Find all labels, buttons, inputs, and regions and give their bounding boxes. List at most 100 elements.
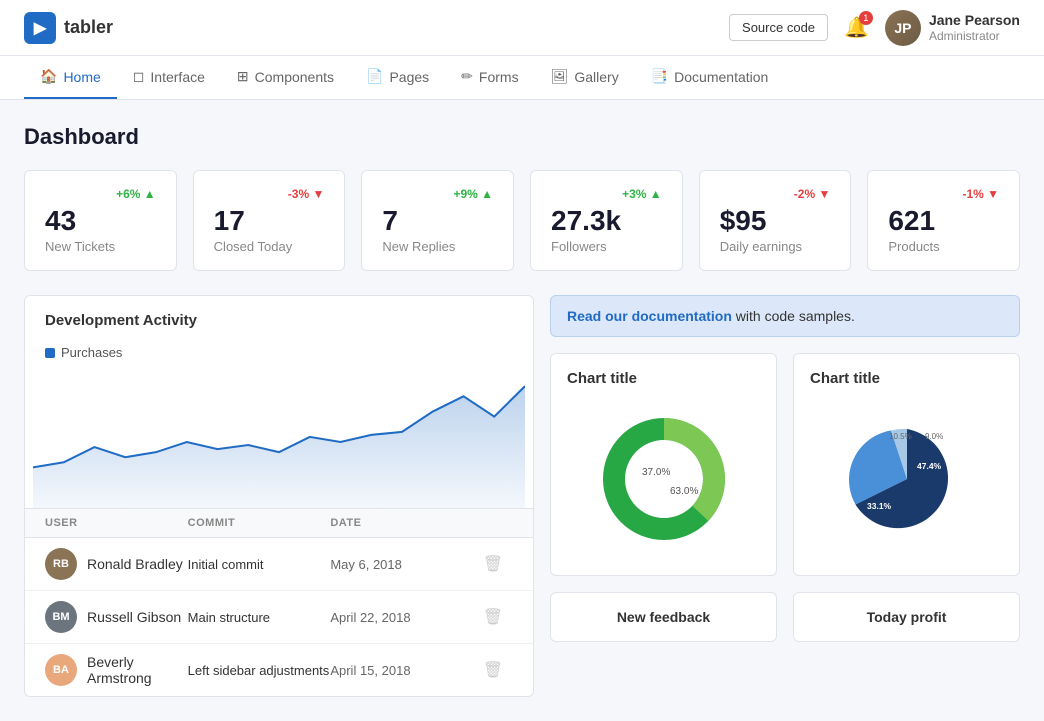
- gallery-icon: 🖼: [551, 68, 569, 85]
- chart-title-2: Chart title: [810, 370, 1003, 387]
- nav-docs-label: Documentation: [674, 69, 768, 85]
- delete-button-1[interactable]: 🗑: [473, 607, 513, 627]
- nav-item-gallery[interactable]: 🖼 Gallery: [535, 56, 635, 99]
- left-column: Development Activity Purchases: [24, 295, 534, 697]
- legend-label: Purchases: [61, 345, 122, 360]
- stat-value-3: 27.3k: [551, 205, 662, 237]
- stat-card-2: +9% ▲ 7 New Replies: [361, 170, 514, 271]
- user-avatar-0: RB: [45, 548, 77, 580]
- stat-trend-1: -3% ▼: [214, 187, 325, 201]
- avatar: JP: [885, 10, 921, 46]
- stat-trend-2: +9% ▲: [382, 187, 493, 201]
- user-menu[interactable]: JP Jane Pearson Administrator: [885, 10, 1020, 46]
- two-col-layout: Development Activity Purchases: [24, 295, 1020, 697]
- main-content: Dashboard +6% ▲ 43 New Tickets -3% ▼ 17 …: [0, 100, 1044, 721]
- info-banner: Read our documentation with code samples…: [550, 295, 1020, 337]
- stat-label-1: Closed Today: [214, 239, 325, 254]
- nav-item-home[interactable]: 🏠 Home: [24, 56, 117, 99]
- delete-button-0[interactable]: 🗑: [473, 554, 513, 574]
- col-date: DATE: [330, 517, 473, 529]
- stat-value-4: $95: [720, 205, 831, 237]
- stat-value-1: 17: [214, 205, 325, 237]
- notification-badge: 1: [859, 11, 873, 25]
- table-row: BA Beverly Armstrong Left sidebar adjust…: [25, 644, 533, 696]
- stat-label-5: Products: [888, 239, 999, 254]
- components-icon: ⊞: [237, 68, 249, 85]
- notification-bell[interactable]: 🔔 1: [844, 15, 869, 40]
- home-icon: 🏠: [40, 68, 57, 85]
- date-1: April 22, 2018: [330, 610, 473, 625]
- user-cell-2: BA Beverly Armstrong: [45, 654, 188, 686]
- svg-text:33.1%: 33.1%: [867, 501, 892, 511]
- new-feedback-label: New feedback: [567, 609, 760, 625]
- info-rest: with code samples.: [732, 308, 855, 324]
- legend-dot: [45, 348, 55, 358]
- nav-item-documentation[interactable]: 📑 Documentation: [635, 56, 785, 99]
- stat-value-2: 7: [382, 205, 493, 237]
- stat-trend-0: +6% ▲: [45, 187, 156, 201]
- user-role: Administrator: [929, 29, 1020, 45]
- stat-card-1: -3% ▼ 17 Closed Today: [193, 170, 346, 271]
- stat-card-3: +3% ▲ 27.3k Followers: [530, 170, 683, 271]
- nav-item-forms[interactable]: ✏ Forms: [445, 56, 534, 99]
- stat-label-4: Daily earnings: [720, 239, 831, 254]
- stat-value-0: 43: [45, 205, 156, 237]
- user-name: Jane Pearson: [929, 11, 1020, 29]
- nav-forms-label: Forms: [479, 69, 519, 85]
- user-name-1: Russell Gibson: [87, 609, 181, 625]
- stats-row: +6% ▲ 43 New Tickets -3% ▼ 17 Closed Tod…: [24, 170, 1020, 271]
- line-chart: [25, 368, 533, 508]
- today-profit-card: Today profit: [793, 592, 1020, 642]
- logo-text: tabler: [64, 17, 113, 38]
- interface-icon: ◻: [133, 68, 145, 85]
- nav-components-label: Components: [255, 69, 334, 85]
- col-user: USER: [45, 517, 188, 529]
- user-cell-0: RB Ronald Bradley: [45, 548, 188, 580]
- info-bold: Read our documentation: [567, 308, 732, 324]
- date-0: May 6, 2018: [330, 557, 473, 572]
- user-cell-1: BM Russell Gibson: [45, 601, 188, 633]
- donut-chart-1: 37.0% 63.0%: [567, 399, 760, 559]
- source-code-button[interactable]: Source code: [729, 14, 828, 41]
- commits-table-header: USER COMMIT DATE: [25, 508, 533, 538]
- stat-trend-4: -2% ▼: [720, 187, 831, 201]
- documentation-icon: 📑: [651, 68, 668, 85]
- stat-label-0: New Tickets: [45, 239, 156, 254]
- svg-text:10.5%: 10.5%: [889, 432, 912, 441]
- nav-gallery-label: Gallery: [574, 69, 618, 85]
- delete-button-2[interactable]: 🗑: [473, 660, 513, 680]
- header: ▶ tabler Source code 🔔 1 JP Jane Pearson…: [0, 0, 1044, 56]
- user-avatar-2: BA: [45, 654, 77, 686]
- stat-card-5: -1% ▼ 621 Products: [867, 170, 1020, 271]
- header-right: Source code 🔔 1 JP Jane Pearson Administ…: [729, 10, 1020, 46]
- pages-icon: 📄: [366, 68, 383, 85]
- stat-value-5: 621: [888, 205, 999, 237]
- stat-trend-3: +3% ▲: [551, 187, 662, 201]
- chart-card-2: Chart title 47.4%: [793, 353, 1020, 576]
- svg-text:37.0%: 37.0%: [642, 467, 670, 478]
- page-title: Dashboard: [24, 124, 1020, 150]
- table-row: BM Russell Gibson Main structure April 2…: [25, 591, 533, 644]
- chart-card-1: Chart title 37.0% 63.0%: [550, 353, 777, 576]
- commit-2: Left sidebar adjustments: [188, 663, 331, 678]
- dev-activity-title: Development Activity: [25, 296, 533, 337]
- right-column: Read our documentation with code samples…: [550, 295, 1020, 697]
- nav-item-pages[interactable]: 📄 Pages: [350, 56, 445, 99]
- nav-item-interface[interactable]: ◻ Interface: [117, 56, 221, 99]
- bottom-cards-row: New feedback Today profit: [550, 592, 1020, 642]
- stat-label-3: Followers: [551, 239, 662, 254]
- table-row: RB Ronald Bradley Initial commit May 6, …: [25, 538, 533, 591]
- pie-chart-2: 47.4% 33.1% 10.5% 9.0%: [810, 399, 1003, 559]
- stat-card-4: -2% ▼ $95 Daily earnings: [699, 170, 852, 271]
- new-feedback-card: New feedback: [550, 592, 777, 642]
- svg-text:63.0%: 63.0%: [670, 486, 698, 497]
- commit-0: Initial commit: [188, 557, 331, 572]
- user-details: Jane Pearson Administrator: [929, 11, 1020, 45]
- nav-pages-label: Pages: [389, 69, 429, 85]
- col-commit: COMMIT: [188, 517, 331, 529]
- nav-home-label: Home: [63, 69, 100, 85]
- nav-item-components[interactable]: ⊞ Components: [221, 56, 350, 99]
- logo-icon: ▶: [24, 12, 56, 44]
- dev-activity-card: Development Activity Purchases: [24, 295, 534, 697]
- stat-trend-5: -1% ▼: [888, 187, 999, 201]
